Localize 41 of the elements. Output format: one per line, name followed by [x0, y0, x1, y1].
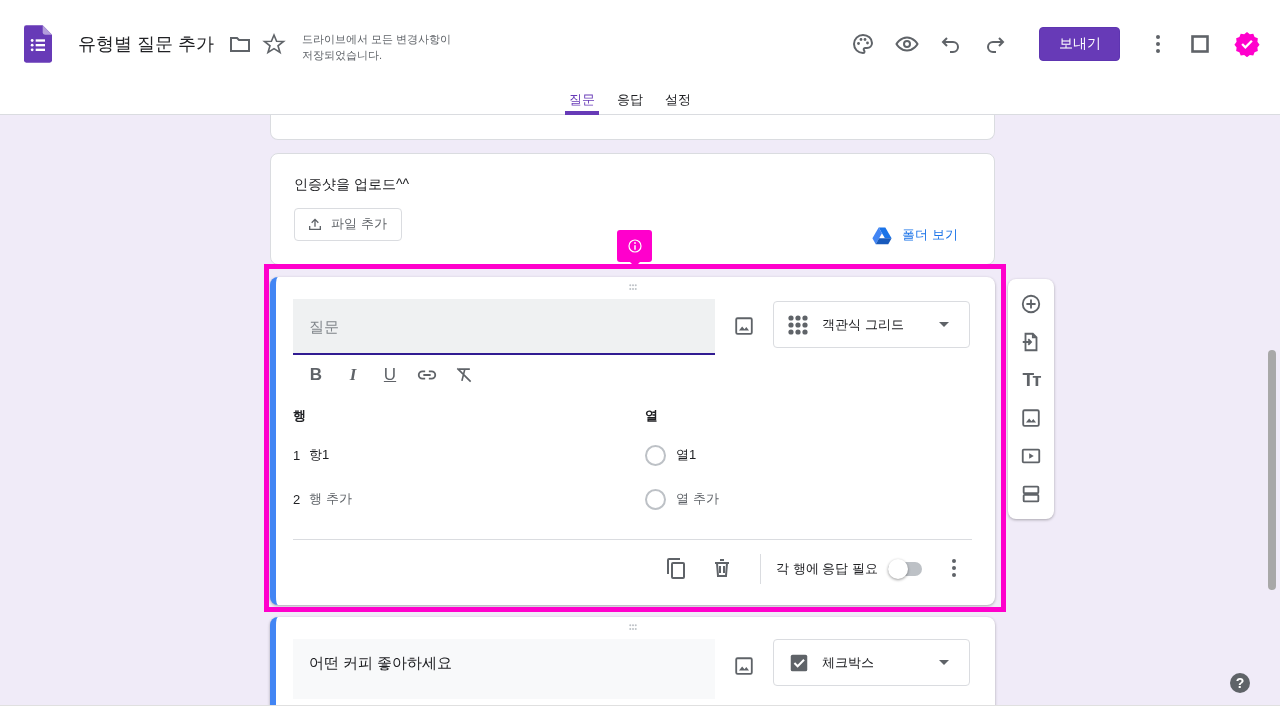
- forms-logo: [24, 25, 52, 63]
- add-row-link[interactable]: 행 추가: [309, 490, 352, 508]
- row-label[interactable]: 항1: [309, 446, 330, 464]
- avatar-badge-icon[interactable]: [1234, 31, 1260, 57]
- columns-heading: 열: [645, 407, 659, 425]
- question-type-dropdown[interactable]: 체크박스: [773, 639, 970, 686]
- square-icon[interactable]: [1188, 32, 1212, 56]
- tab[interactable]: 응답: [613, 88, 647, 115]
- info-icon: [625, 237, 644, 255]
- upload-icon: [307, 216, 323, 232]
- view-folder-link[interactable]: 폴더 보기: [872, 225, 958, 245]
- scrollbar-thumb[interactable]: [1268, 350, 1276, 590]
- row-number: 2: [293, 491, 299, 507]
- title-button[interactable]: Tт: [1008, 361, 1054, 399]
- tab[interactable]: 설정: [661, 88, 695, 115]
- drive-icon: [872, 225, 893, 245]
- required-label: 각 행에 응답 필요: [776, 560, 878, 578]
- radio-button[interactable]: [645, 488, 666, 510]
- send-button[interactable]: 보내기: [1039, 27, 1120, 61]
- bold-button[interactable]: B: [304, 363, 328, 387]
- row-number: 1: [293, 447, 299, 463]
- grid-icon: [786, 312, 810, 337]
- question-field[interactable]: 질문: [293, 299, 715, 355]
- question-title[interactable]: 어떤 커피 좋아하세요: [293, 639, 715, 699]
- palette-icon[interactable]: [851, 32, 875, 56]
- caret-icon: [939, 660, 949, 665]
- add-file-button[interactable]: 파일 추가: [294, 207, 402, 241]
- question-type-dropdown[interactable]: 객관식 그리드: [773, 301, 970, 348]
- form-title[interactable]: 유형별 질문 추가: [78, 32, 214, 56]
- save-status: 드라이브에서 모든 변경사항이 저장되었습니다.: [302, 32, 453, 63]
- star-icon[interactable]: [262, 32, 286, 56]
- radio-button[interactable]: [645, 444, 666, 466]
- rows-heading: 행: [293, 407, 307, 425]
- required-toggle[interactable]: [888, 559, 924, 579]
- toggle-thumb[interactable]: [888, 559, 908, 579]
- italic-button[interactable]: I: [341, 363, 365, 387]
- question-title: 인증샷을 업로드^^: [294, 176, 411, 194]
- caret-icon: [939, 322, 949, 327]
- underline-button[interactable]: U: [378, 363, 402, 387]
- column-label[interactable]: 열1: [676, 446, 697, 464]
- add-column-link[interactable]: 열 추가: [676, 490, 719, 508]
